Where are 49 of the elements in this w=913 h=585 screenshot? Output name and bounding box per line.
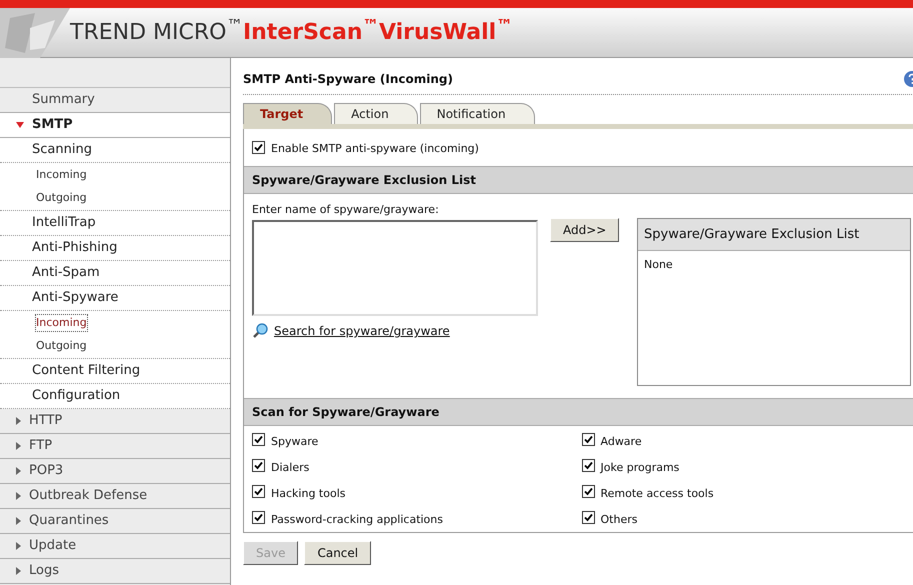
collapsed-arrow-icon bbox=[16, 517, 21, 525]
sidebar-subitem[interactable]: Incoming bbox=[36, 314, 87, 332]
checkbox[interactable] bbox=[582, 459, 594, 472]
checkbox[interactable] bbox=[252, 459, 265, 472]
checkbox[interactable] bbox=[252, 511, 265, 524]
search-link[interactable]: Search for spyware/grayware bbox=[274, 322, 450, 340]
list-heading: Spyware/Grayware Exclusion List bbox=[638, 218, 910, 251]
checkbox-label: Others bbox=[600, 512, 638, 528]
checkbox[interactable] bbox=[582, 433, 594, 446]
page-title: SMTP Anti-Spyware (Incoming) bbox=[243, 71, 453, 88]
collapsed-arrow-icon bbox=[16, 542, 21, 550]
checkbox-label: Spyware bbox=[271, 434, 318, 450]
collapsed-arrow-icon bbox=[16, 492, 21, 500]
checkbox-label: Joke programs bbox=[600, 460, 680, 476]
checkbox-label: Remote access tools bbox=[600, 486, 714, 502]
checkbox-label: Hacking tools bbox=[271, 486, 346, 502]
collapsed-arrow-icon bbox=[16, 467, 21, 475]
name-input-field[interactable] bbox=[252, 220, 538, 316]
brand-name: TREND MICRO$^{™}$ bbox=[70, 16, 243, 47]
checkbox-label: Password-cracking applications bbox=[271, 512, 443, 528]
tab[interactable]: Notification bbox=[420, 103, 535, 124]
sidebar-subitem[interactable]: Incoming bbox=[36, 166, 87, 184]
checkbox-label: Dialers bbox=[271, 460, 310, 476]
field-label: Enter name of spyware/grayware: bbox=[252, 202, 440, 218]
checkbox[interactable] bbox=[252, 485, 265, 498]
collapsed-arrow-icon bbox=[16, 417, 21, 425]
sidebar-subitem[interactable]: Outgoing bbox=[36, 338, 87, 355]
checkbox[interactable] bbox=[252, 433, 265, 446]
checkbox[interactable] bbox=[252, 140, 265, 154]
search-icon bbox=[252, 323, 268, 339]
sidebar-subitem[interactable]: Outgoing bbox=[36, 190, 87, 207]
form-button[interactable]: Cancel bbox=[304, 540, 372, 564]
sidebar-item[interactable]: Anti-Spyware bbox=[0, 286, 230, 311]
checkbox[interactable] bbox=[582, 511, 594, 524]
expanded-arrow-icon bbox=[16, 122, 24, 128]
add-button[interactable]: Add>> bbox=[550, 218, 620, 242]
checkbox[interactable] bbox=[582, 485, 594, 498]
collapsed-arrow-icon bbox=[16, 567, 21, 575]
sidebar-item[interactable]: Scanning bbox=[0, 138, 230, 163]
product-name: InterScan$^{™}$VirusWall$^{™}$ bbox=[242, 16, 513, 47]
section-heading: Spyware/Grayware Exclusion List bbox=[244, 166, 913, 194]
section-heading: Scan for Spyware/Grayware bbox=[244, 398, 913, 426]
tab[interactable]: Target bbox=[243, 103, 332, 124]
tab[interactable]: Action bbox=[334, 103, 418, 124]
checkbox-label: Enable SMTP anti-spyware (incoming) bbox=[271, 141, 479, 157]
checkbox-label: Adware bbox=[600, 434, 642, 450]
list-item[interactable]: None bbox=[638, 251, 910, 274]
sidebar-section[interactable]: SMTP bbox=[0, 113, 230, 138]
collapsed-arrow-icon bbox=[16, 442, 21, 450]
